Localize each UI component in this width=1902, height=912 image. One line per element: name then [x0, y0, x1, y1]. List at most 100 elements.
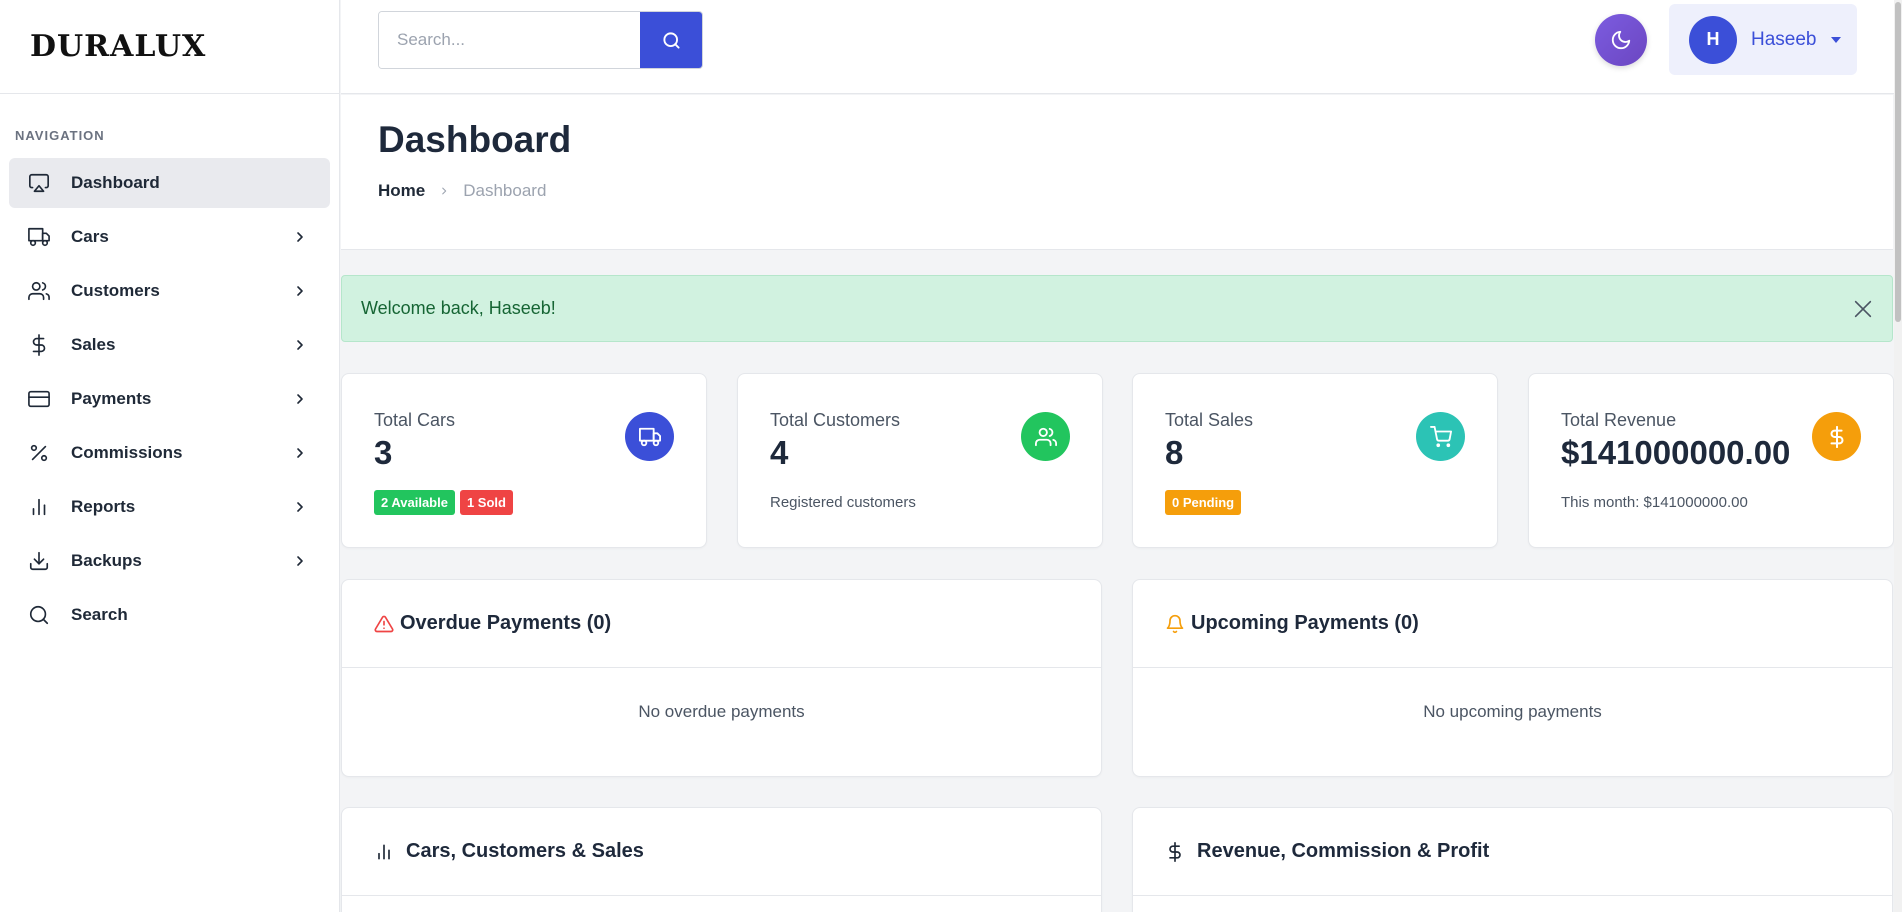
stat-value: 8: [1165, 434, 1184, 471]
sidebar-item-customers[interactable]: Customers: [9, 266, 330, 316]
chevron-right-icon: [297, 502, 303, 512]
stat-card-sales: Total Sales 8 0 Pending: [1132, 373, 1498, 548]
sidebar-item-dashboard[interactable]: Dashboard: [9, 158, 330, 208]
available-badge: 2 Available: [374, 490, 455, 515]
sidebar-item-label: Search: [71, 605, 128, 624]
empty-state: No upcoming payments: [1423, 702, 1602, 721]
card-title: Upcoming Payments (0): [1191, 612, 1419, 634]
breadcrumb-home-link[interactable]: Home: [378, 181, 425, 201]
users-icon: [1021, 412, 1070, 461]
chevron-right-icon: [297, 286, 303, 296]
sidebar-item-reports[interactable]: Reports: [9, 482, 330, 532]
card-title: Cars, Customers & Sales: [406, 840, 644, 862]
truck-icon: [625, 412, 674, 461]
users-icon: [27, 279, 51, 303]
welcome-alert: Welcome back, Haseeb!: [341, 275, 1893, 342]
user-menu-button[interactable]: H Haseeb: [1669, 4, 1857, 75]
sidebar-item-label: Dashboard: [71, 173, 160, 192]
breadcrumb: Home Dashboard: [378, 181, 546, 201]
brand-logo[interactable]: DURALUX: [30, 29, 206, 64]
search-input[interactable]: [379, 12, 640, 68]
badge-group: 2 Available 1 Sold: [374, 490, 513, 515]
empty-state: No overdue payments: [638, 702, 805, 721]
chevron-right-icon: [297, 394, 303, 404]
bell-icon: [1166, 614, 1184, 633]
sidebar-item-payments[interactable]: Payments: [9, 374, 330, 424]
cart-icon: [1416, 412, 1465, 461]
truck-icon: [27, 225, 51, 249]
sold-badge: 1 Sold: [459, 490, 513, 515]
sidebar-item-label: Sales: [71, 335, 116, 354]
download-icon: [27, 549, 51, 573]
sidebar: DURALUX NAVIGATION Dashboard Cars Custom…: [0, 0, 340, 912]
monitor-icon: [27, 171, 51, 195]
search-icon: [662, 31, 680, 49]
avatar: H: [1689, 15, 1737, 64]
chevron-right-icon: [297, 556, 303, 566]
close-icon[interactable]: [1852, 298, 1874, 320]
revenue-commission-profit-chart-card: Revenue, Commission & Profit: [1132, 807, 1893, 912]
badge-group: 0 Pending: [1165, 490, 1242, 515]
credit-card-icon: [27, 387, 51, 411]
search-icon: [27, 603, 51, 627]
stat-subtext: This month: $141000000.00: [1561, 494, 1748, 511]
upcoming-payments-card: Upcoming Payments (0) No upcoming paymen…: [1132, 579, 1893, 777]
stat-title: Total Sales: [1165, 410, 1254, 430]
sidebar-item-backups[interactable]: Backups: [9, 536, 330, 586]
search-box: [378, 11, 703, 69]
theme-toggle-button[interactable]: [1595, 14, 1647, 66]
percent-icon: [27, 441, 51, 465]
stat-card-cars: Total Cars 3 2 Available 1 Sold: [341, 373, 707, 548]
scrollbar-track[interactable]: [1894, 0, 1902, 912]
sidebar-item-label: Cars: [71, 227, 109, 246]
sidebar-item-label: Reports: [71, 497, 136, 516]
card-header: Revenue, Commission & Profit: [1133, 808, 1892, 896]
sidebar-item-label: Customers: [71, 281, 160, 300]
stat-card-customers: Total Customers 4 Registered customers: [737, 373, 1103, 548]
page-header: Dashboard Home Dashboard: [341, 95, 1893, 250]
card-header: Overdue Payments (0): [342, 580, 1101, 668]
breadcrumb-current: Dashboard: [463, 181, 547, 200]
logo-area: DURALUX: [0, 0, 339, 94]
dollar-icon: [27, 333, 51, 357]
overdue-payments-card: Overdue Payments (0) No overdue payments: [341, 579, 1102, 777]
bar-chart-icon: [27, 495, 51, 519]
chevron-right-icon: [297, 232, 303, 242]
card-title: Revenue, Commission & Profit: [1197, 840, 1490, 862]
card-header: Cars, Customers & Sales: [342, 808, 1101, 896]
scrollbar-thumb[interactable]: [1895, 2, 1901, 322]
stat-subtext: Registered customers: [770, 494, 916, 511]
stat-title: Total Customers: [770, 410, 901, 430]
pending-badge: 0 Pending: [1165, 490, 1242, 515]
caret-down-icon: [1830, 36, 1841, 43]
sidebar-item-sales[interactable]: Sales: [9, 320, 330, 370]
sidebar-item-label: Commissions: [71, 443, 183, 462]
sidebar-item-commissions[interactable]: Commissions: [9, 428, 330, 478]
search-button[interactable]: [640, 12, 702, 68]
user-name: Haseeb: [1751, 28, 1817, 50]
card-title: Overdue Payments (0): [400, 612, 612, 634]
stat-title: Total Revenue: [1561, 410, 1677, 430]
warning-icon: [374, 615, 394, 632]
stat-title: Total Cars: [374, 410, 456, 430]
chevron-right-icon: [442, 187, 447, 195]
stat-card-revenue: Total Revenue $141000000.00 This month: …: [1528, 373, 1894, 548]
sidebar-item-cars[interactable]: Cars: [9, 212, 330, 262]
chevron-right-icon: [297, 340, 303, 350]
moon-icon: [1611, 30, 1631, 50]
sidebar-item-label: Payments: [71, 389, 152, 408]
stat-value: 3: [374, 434, 393, 471]
topbar: H Haseeb: [341, 0, 1902, 94]
stat-value: 4: [770, 434, 789, 471]
nav-list: Dashboard Cars Customers Sales Payments …: [0, 158, 339, 640]
dollar-icon: [1812, 412, 1861, 461]
sidebar-item-search[interactable]: Search: [9, 590, 330, 640]
stat-value: $141000000.00: [1561, 434, 1791, 471]
dollar-icon: [1169, 841, 1181, 862]
cars-customers-sales-chart-card: Cars, Customers & Sales: [341, 807, 1102, 912]
nav-heading: NAVIGATION: [15, 128, 105, 143]
alert-message: Welcome back, Haseeb!: [361, 298, 556, 318]
card-header: Upcoming Payments (0): [1133, 580, 1892, 668]
bar-chart-icon: [378, 844, 390, 859]
sidebar-item-label: Backups: [71, 551, 142, 570]
